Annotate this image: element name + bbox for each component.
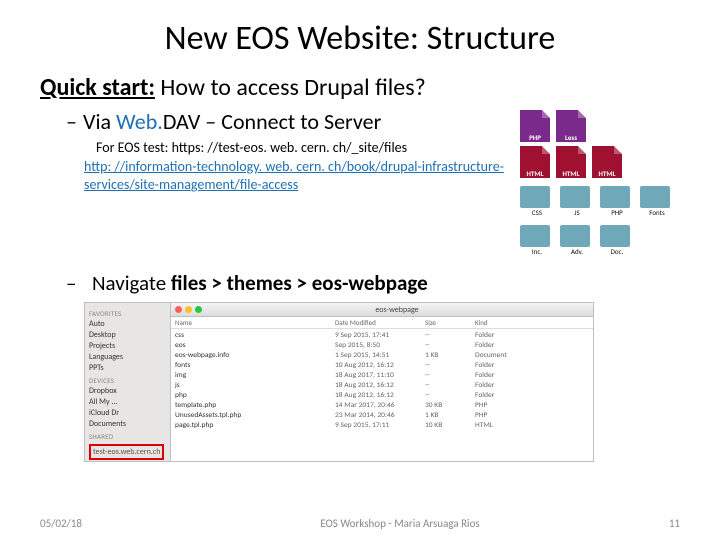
less-icon: Less [556, 110, 586, 142]
finder-file-list: css9 Sep 2015, 17:41--FoldereosSep 2015,… [171, 329, 593, 431]
bullet-web: Web. [116, 108, 163, 135]
sidebar-item[interactable]: Languages [89, 352, 166, 362]
table-row[interactable]: css9 Sep 2015, 17:41--Folder [175, 330, 589, 340]
quick-label: Quick start: [40, 73, 155, 102]
table-row[interactable]: fonts10 Aug 2012, 16:12--Folder [175, 360, 589, 370]
bullet-pre: Via [83, 108, 116, 135]
html-icon: HTML [592, 146, 622, 178]
table-row[interactable]: js18 Aug 2012, 16:12--Folder [175, 380, 589, 390]
table-row[interactable]: page.tpl.php9 Sep 2015, 17:1110 KBHTML [175, 420, 589, 430]
bullet-webdav: –Via Web.DAV – Connect to Server [66, 108, 520, 135]
quick-rest: How to access Drupal files? [155, 73, 426, 102]
sidebar-item[interactable]: PPTs [89, 363, 166, 373]
sidebar-shared-server[interactable]: test-eos.web.cern.ch [89, 444, 164, 460]
file-type-icons: PHP Less HTML HTML HTML CSS JS PHP Fonts… [520, 108, 680, 260]
finder-sidebar: Favorites Auto Desktop Projects Language… [85, 303, 171, 461]
sidebar-item[interactable]: iCloud Dr [89, 408, 166, 418]
zoom-icon[interactable] [195, 306, 202, 313]
footer-title: EOS Workshop - Maria Arsuaga Rios [160, 517, 640, 530]
navigate-line: – Navigate files > themes > eos-webpage [66, 270, 680, 296]
table-row[interactable]: eosSep 2015, 8:50--Folder [175, 340, 589, 350]
table-row[interactable]: php18 Aug 2012, 16:12--Folder [175, 390, 589, 400]
html-icon: HTML [520, 146, 550, 178]
eos-test-url: For EOS test: https: //test-eos. web. ce… [96, 139, 520, 156]
finder-title: eos-webpage [205, 305, 589, 315]
table-row[interactable]: template.php14 Mar 2017, 20:4630 KBPHP [175, 400, 589, 410]
sidebar-item[interactable]: Desktop [89, 330, 166, 340]
folder-icon [560, 225, 590, 247]
sidebar-item[interactable]: All My ... [89, 397, 166, 407]
finder-titlebar: eos-webpage [171, 303, 593, 317]
bullet-rest: DAV – Connect to Server [163, 108, 381, 135]
footer-date: 05/02/18 [40, 517, 160, 530]
folder-icon [520, 225, 550, 247]
sidebar-item[interactable]: Auto [89, 319, 166, 329]
slide-title: New EOS Website: Structure [40, 18, 680, 59]
folder-icon [600, 225, 630, 247]
sidebar-item[interactable]: Projects [89, 341, 166, 351]
folder-icon [600, 186, 630, 208]
table-row[interactable]: img18 Aug 2017, 11:10--Folder [175, 370, 589, 380]
folder-icon [640, 186, 670, 208]
footer-page: 11 [640, 517, 680, 530]
sidebar-header-favorites: Favorites [89, 309, 166, 318]
sidebar-header-shared: Shared [89, 432, 166, 441]
table-row[interactable]: UnusedAssets.tpl.php23 Mar 2014, 20:461 … [175, 410, 589, 420]
table-row[interactable]: eos-webpage.info1 Sep 2015, 14:511 KBDoc… [175, 350, 589, 360]
quick-start-line: Quick start: How to access Drupal files? [40, 73, 680, 102]
folder-icon [520, 186, 550, 208]
finder-columns: Name Date Modified Size Kind [171, 317, 593, 329]
sidebar-header-devices: Devices [89, 376, 166, 385]
finder-window: Favorites Auto Desktop Projects Language… [84, 302, 594, 462]
sidebar-item[interactable]: Documents [89, 419, 166, 429]
close-icon[interactable] [175, 306, 182, 313]
html-icon: HTML [556, 146, 586, 178]
folder-icon [560, 186, 590, 208]
php-icon: PHP [520, 110, 550, 142]
doc-link[interactable]: http: //information-technology. web. cer… [84, 158, 504, 194]
sidebar-item[interactable]: Dropbox [89, 386, 166, 396]
minimize-icon[interactable] [185, 306, 192, 313]
